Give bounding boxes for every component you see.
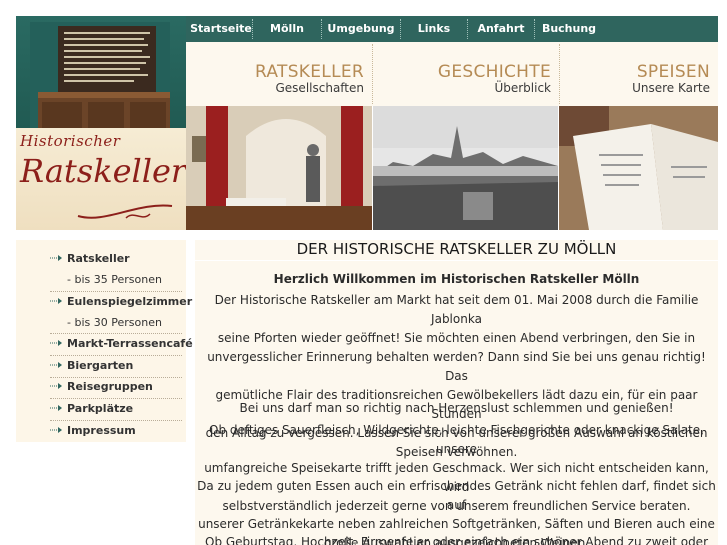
logo-text-line2: Ratskeller <box>20 152 186 190</box>
category-subtitle: Unsere Karte <box>632 81 710 95</box>
sidebar-item-markt-terrassencafe[interactable]: Markt-Terrassencafé <box>50 337 193 351</box>
sidebar-subitem-ratskeller[interactable]: - bis 35 Personen <box>50 273 182 287</box>
sidebar-item-label: Parkplätze <box>67 402 134 415</box>
logo-flourish-icon <box>77 204 173 219</box>
sidebar-divider <box>50 377 182 378</box>
nav-startseite[interactable]: Startseite <box>190 16 252 42</box>
sidebar-item-impressum[interactable]: Impressum <box>50 424 182 438</box>
text-line: Da zu jedem guten Essen auch ein erfrisc… <box>197 479 716 512</box>
sidebar-divider <box>50 420 182 421</box>
category-geschichte[interactable]: GESCHICHTE Überblick <box>373 42 559 106</box>
category-title: RATSKELLER <box>255 62 364 82</box>
sidebar-subitem-label: - bis 35 Personen <box>67 273 162 286</box>
category-subtitle: Überblick <box>494 81 551 95</box>
sidebar-item-label: Markt-Terrassencafé <box>67 337 193 350</box>
category-bar: RATSKELLER Gesellschaften GESCHICHTE Übe… <box>186 42 718 106</box>
events-paragraph: Ob Geburtstag, Hochzeit, Firmenfeier ode… <box>195 533 718 545</box>
sidebar-item-ratskeller[interactable]: Ratskeller <box>50 252 182 266</box>
arrow-right-icon <box>50 405 62 411</box>
town-illustration-photo[interactable] <box>373 106 558 230</box>
category-speisen[interactable]: SPEISEN Unsere Karte <box>560 42 718 106</box>
sidebar-item-label: Impressum <box>67 424 136 437</box>
text-line: seine Pforten wieder geöffnet! Sie möcht… <box>217 331 696 345</box>
sidebar-item-eulenspiegelzimmer[interactable]: Eulenspiegelzimmer <box>50 295 192 309</box>
sidebar-subitem-label: - bis 30 Personen <box>67 316 162 329</box>
slogan-paragraph: Bei uns darf man so richtig nach Herzens… <box>195 399 718 418</box>
top-navigation: Startseite Mölln Umgebung Links Anfahrt … <box>186 16 718 42</box>
sidebar-navigation: Ratskeller - bis 35 Personen Eulenspiege… <box>16 240 193 442</box>
sidebar-divider <box>50 333 182 334</box>
site-logo[interactable]: Historischer Ratskeller <box>16 16 186 230</box>
category-ratskeller[interactable]: RATSKELLER Gesellschaften <box>186 42 372 106</box>
nav-buchung[interactable]: Buchung <box>535 16 603 42</box>
nav-umgebung[interactable]: Umgebung <box>322 16 400 42</box>
photo-strip <box>186 106 718 230</box>
sidebar-item-reisegruppen[interactable]: Reisegruppen <box>50 380 182 394</box>
text-line: Bei uns darf man so richtig nach Herzens… <box>239 401 674 415</box>
text-line: unserer Getränkekarte neben zahlreichen … <box>198 517 715 531</box>
sidebar-item-biergarten[interactable]: Biergarten <box>50 359 182 373</box>
sidebar-item-label: Eulenspiegelzimmer <box>67 295 193 308</box>
heading-divider <box>195 260 718 261</box>
category-title: SPEISEN <box>636 62 710 82</box>
arrow-right-icon <box>50 298 62 304</box>
main-content: DER HISTORISCHE RATSKELLER ZU MÖLLN Herz… <box>195 240 718 545</box>
nav-moelln[interactable]: Mölln <box>253 16 321 42</box>
nav-links[interactable]: Links <box>401 16 467 42</box>
sidebar-item-parkplaetze[interactable]: Parkplätze <box>50 402 182 416</box>
welcome-heading: Herzlich Willkommen im Historischen Rats… <box>273 272 640 286</box>
arrow-right-icon <box>50 255 62 261</box>
text-line: Ob Geburtstag, Hochzeit, Firmenfeier ode… <box>205 535 708 545</box>
menu-card-photo[interactable] <box>559 106 718 230</box>
arrow-right-icon <box>50 427 62 433</box>
arrow-right-icon <box>50 340 62 346</box>
text-line: Ob deftiges Sauerfleisch, Wildgerichte, … <box>209 423 704 456</box>
sidebar-item-label: Biergarten <box>67 359 134 372</box>
treasure-chest-image <box>30 22 170 142</box>
arrow-right-icon <box>50 383 62 389</box>
sidebar-item-label: Ratskeller <box>67 252 130 265</box>
category-title: GESCHICHTE <box>437 62 551 82</box>
sidebar-subitem-eulenspiegelzimmer[interactable]: - bis 30 Personen <box>50 316 182 330</box>
text-line: unvergesslicher Erinnerung behalten werd… <box>207 350 706 383</box>
sidebar-divider <box>50 398 182 399</box>
arrow-right-icon <box>50 362 62 368</box>
text-line: Der Historische Ratskeller am Markt hat … <box>214 293 699 326</box>
sidebar-divider <box>50 355 182 356</box>
sidebar-item-label: Reisegruppen <box>67 380 153 393</box>
nav-anfahrt[interactable]: Anfahrt <box>468 16 534 42</box>
category-subtitle: Gesellschaften <box>275 81 365 95</box>
sidebar-divider <box>50 291 182 292</box>
interior-vault-photo[interactable] <box>186 106 372 230</box>
logo-text-line1: Historischer <box>20 132 121 150</box>
page: Historischer Ratskeller Startseite Mölln… <box>0 0 727 545</box>
page-title: DER HISTORISCHE RATSKELLER ZU MÖLLN <box>296 240 617 258</box>
